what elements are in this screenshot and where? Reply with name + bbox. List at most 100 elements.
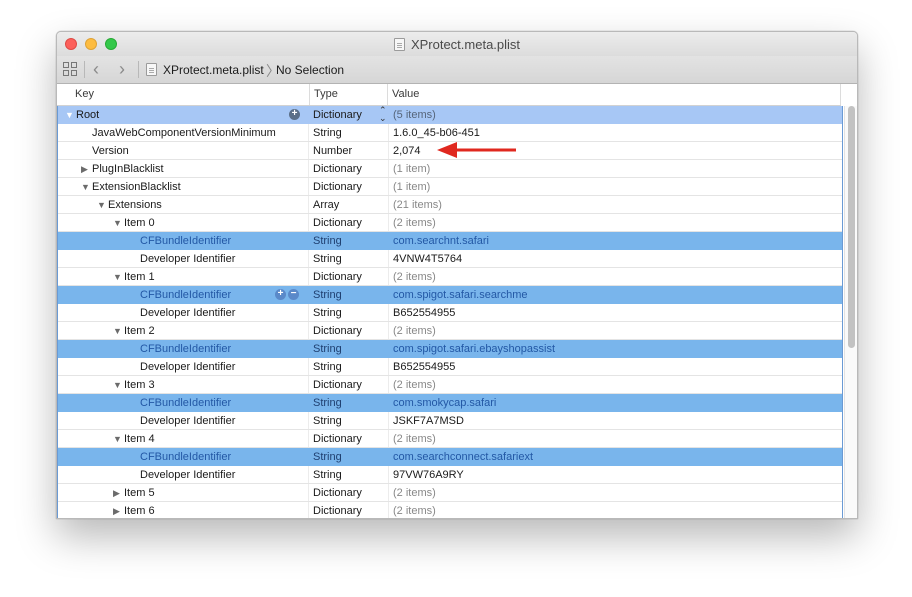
- row-value[interactable]: 4VNW4T5764: [393, 250, 462, 268]
- row-value[interactable]: com.searchnt.safari: [393, 232, 489, 250]
- row-type[interactable]: Dictionary: [313, 430, 362, 448]
- table-row[interactable]: ▼ Extensions Array (21 items): [58, 196, 842, 214]
- row-value[interactable]: com.searchconnect.safariext: [393, 448, 533, 466]
- disclosure-triangle-expanded-icon[interactable]: ▼: [113, 376, 122, 394]
- row-key: Item 4: [124, 433, 155, 445]
- row-value[interactable]: 2,074: [393, 142, 421, 160]
- row-value[interactable]: B652554955: [393, 304, 455, 322]
- disclosure-triangle-expanded-icon[interactable]: ▼: [97, 196, 106, 214]
- row-value[interactable]: B652554955: [393, 358, 455, 376]
- breadcrumb-selection[interactable]: No Selection: [276, 63, 344, 77]
- type-column-header[interactable]: Type: [309, 84, 338, 105]
- row-key: CFBundleIdentifier: [140, 451, 232, 463]
- remove-item-icon[interactable]: −: [288, 289, 299, 300]
- disclosure-triangle-collapsed-icon[interactable]: ▶: [113, 484, 120, 502]
- add-item-icon[interactable]: +: [275, 289, 286, 300]
- row-key: JavaWebComponentVersionMinimum: [92, 127, 276, 139]
- scrollbar-thumb[interactable]: [848, 106, 855, 348]
- table-row[interactable]: Developer Identifier String B652554955: [58, 358, 842, 376]
- table-row[interactable]: ▼ Item 1 Dictionary (2 items): [58, 268, 842, 286]
- table-row[interactable]: ▶ Item 5 Dictionary (2 items): [58, 484, 842, 502]
- table-row[interactable]: ▶ PlugInBlacklist Dictionary (1 item): [58, 160, 842, 178]
- row-type[interactable]: Array: [313, 196, 339, 214]
- disclosure-triangle-expanded-icon[interactable]: ▼: [65, 106, 74, 124]
- key-column-header[interactable]: Key: [75, 84, 94, 105]
- row-type[interactable]: Dictionary: [313, 214, 362, 232]
- breadcrumb-file[interactable]: XProtect.meta.plist: [163, 63, 264, 77]
- table-row[interactable]: ▼ ExtensionBlacklist Dictionary (1 item): [58, 178, 842, 196]
- disclosure-triangle-expanded-icon[interactable]: ▼: [81, 178, 90, 196]
- row-value[interactable]: com.smokycap.safari: [393, 394, 496, 412]
- row-type[interactable]: String: [313, 466, 342, 484]
- table-row[interactable]: ▼ Root + Dictionary ⌃ ⌄ (5 items): [58, 106, 842, 124]
- table-row[interactable]: Developer Identifier String 97VW76A9RY: [58, 466, 842, 484]
- row-type[interactable]: String: [313, 124, 342, 142]
- document-icon: [393, 37, 405, 51]
- row-type[interactable]: String: [313, 358, 342, 376]
- row-type[interactable]: String: [313, 412, 342, 430]
- row-type[interactable]: Number: [313, 142, 352, 160]
- row-value: (2 items): [393, 505, 436, 517]
- row-type[interactable]: Dictionary: [313, 502, 362, 518]
- disclosure-triangle-collapsed-icon[interactable]: ▶: [81, 160, 88, 178]
- forward-button[interactable]: ›: [119, 59, 125, 79]
- row-key: Developer Identifier: [140, 253, 236, 265]
- table-row[interactable]: Developer Identifier String B652554955: [58, 304, 842, 322]
- row-type[interactable]: String: [313, 304, 342, 322]
- row-type[interactable]: String: [313, 232, 342, 250]
- row-key: Developer Identifier: [140, 361, 236, 373]
- row-key: Item 1: [124, 271, 155, 283]
- type-stepper-icon[interactable]: ⌃ ⌄: [379, 106, 387, 123]
- toolbar-divider: [138, 61, 139, 78]
- row-value[interactable]: JSKF7A7MSD: [393, 412, 464, 430]
- table-row[interactable]: CFBundleIdentifier String com.smokycap.s…: [58, 394, 842, 412]
- row-value: (2 items): [393, 271, 436, 283]
- row-key: Item 3: [124, 379, 155, 391]
- row-type[interactable]: String: [313, 448, 342, 466]
- table-row[interactable]: ▼ Item 3 Dictionary (2 items): [58, 376, 842, 394]
- row-value[interactable]: 97VW76A9RY: [393, 466, 464, 484]
- add-item-icon[interactable]: +: [289, 109, 300, 120]
- table-row[interactable]: CFBundleIdentifier + − String com.spigot…: [58, 286, 842, 304]
- row-value: (2 items): [393, 433, 436, 445]
- row-value: (5 items): [393, 109, 436, 121]
- row-type[interactable]: Dictionary: [313, 484, 362, 502]
- table-row[interactable]: ▼ Item 0 Dictionary (2 items): [58, 214, 842, 232]
- row-type[interactable]: String: [313, 340, 342, 358]
- row-key: Root: [76, 109, 100, 121]
- disclosure-triangle-expanded-icon[interactable]: ▼: [113, 322, 122, 340]
- table-row[interactable]: Developer Identifier String 4VNW4T5764: [58, 250, 842, 268]
- row-value[interactable]: com.spigot.safari.ebayshopassist: [393, 340, 555, 358]
- column-header: Key Type Value: [57, 84, 841, 106]
- row-type[interactable]: String: [313, 286, 342, 304]
- table-row[interactable]: CFBundleIdentifier String com.searchnt.s…: [58, 232, 842, 250]
- related-items-grid-icon[interactable]: [63, 62, 77, 76]
- table-row[interactable]: ▶ Item 6 Dictionary (2 items): [58, 502, 842, 518]
- row-type[interactable]: Dictionary: [313, 268, 362, 286]
- table-row[interactable]: CFBundleIdentifier String com.spigot.saf…: [58, 340, 842, 358]
- red-annotation-arrow-icon: [437, 142, 516, 158]
- table-row[interactable]: ▼ Item 2 Dictionary (2 items): [58, 322, 842, 340]
- row-type[interactable]: Dictionary: [313, 322, 362, 340]
- row-value[interactable]: com.spigot.safari.searchme: [393, 286, 528, 304]
- table-row[interactable]: Developer Identifier String JSKF7A7MSD: [58, 412, 842, 430]
- row-type[interactable]: Dictionary: [313, 160, 362, 178]
- row-key: Item 5: [124, 487, 155, 499]
- row-key: PlugInBlacklist: [92, 163, 164, 175]
- row-type[interactable]: Dictionary: [313, 106, 362, 124]
- title-bar[interactable]: XProtect.meta.plist: [57, 32, 857, 56]
- vertical-scrollbar[interactable]: [844, 106, 857, 518]
- row-key: Item 2: [124, 325, 155, 337]
- back-button[interactable]: ‹: [93, 59, 99, 79]
- disclosure-triangle-expanded-icon[interactable]: ▼: [113, 430, 122, 448]
- row-type[interactable]: String: [313, 250, 342, 268]
- table-row[interactable]: ▼ Item 4 Dictionary (2 items): [58, 430, 842, 448]
- disclosure-triangle-expanded-icon[interactable]: ▼: [113, 214, 122, 232]
- disclosure-triangle-collapsed-icon[interactable]: ▶: [113, 502, 120, 518]
- disclosure-triangle-expanded-icon[interactable]: ▼: [113, 268, 122, 286]
- value-column-header[interactable]: Value: [387, 84, 419, 105]
- row-type[interactable]: String: [313, 394, 342, 412]
- table-row[interactable]: CFBundleIdentifier String com.searchconn…: [58, 448, 842, 466]
- row-type[interactable]: Dictionary: [313, 178, 362, 196]
- row-type[interactable]: Dictionary: [313, 376, 362, 394]
